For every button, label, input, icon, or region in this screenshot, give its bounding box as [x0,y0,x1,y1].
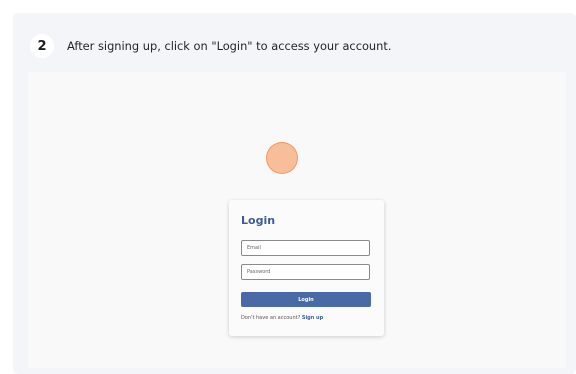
login-title: Login [241,214,276,227]
signup-prompt-text: Don't have an account? [241,315,301,321]
click-marker [266,142,298,174]
step-header: 2 After signing up, click on "Login" to … [30,34,391,58]
email-field[interactable] [241,240,370,256]
password-field[interactable] [241,264,370,280]
step-number-badge: 2 [30,34,54,58]
login-panel: Login Login Don't have an account? Sign … [229,200,384,336]
step-card: 2 After signing up, click on "Login" to … [13,13,576,374]
screenshot-area: Login Login Don't have an account? Sign … [28,72,566,368]
signup-prompt: Don't have an account? Sign up [241,315,323,321]
step-instruction: After signing up, click on "Login" to ac… [67,39,392,53]
login-button[interactable]: Login [241,292,371,307]
signup-link[interactable]: Sign up [302,315,323,321]
